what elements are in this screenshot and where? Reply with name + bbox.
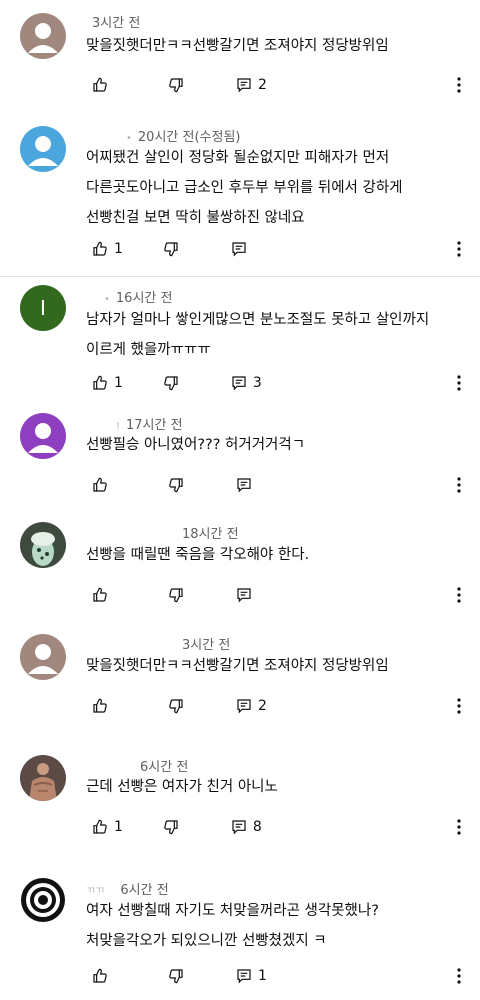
reply-comment-icon [231, 241, 247, 257]
comment-actions: 1 [86, 964, 281, 988]
comment-text: 맞을짓햇더만ㅋㅋ선빵갈기면 조져야지 정당방위임 [86, 38, 389, 54]
comment-text: 근데 선빵은 여자가 친거 아니노 [86, 779, 278, 795]
like-button[interactable]: 1 [86, 375, 123, 391]
reply-button[interactable] [225, 241, 253, 257]
comment-time[interactable]: 16시간 전 [116, 291, 173, 306]
comment-actions: 1 [86, 237, 267, 261]
like-button[interactable] [86, 587, 114, 603]
reply-button[interactable] [230, 587, 258, 603]
comment-actions [86, 473, 272, 497]
comment-text: 남자가 얼마나 쌓인게많으면 분노조절도 못하고 살인까지 이르게 했을까ㅠㅠㅠ [86, 312, 430, 358]
thumbs-down-icon [168, 698, 184, 714]
comment-text: 선빵필승 아니였어??? 허거거거걱ㄱ [86, 437, 306, 453]
reply-comment-icon [231, 819, 247, 835]
dislike-button[interactable] [162, 77, 184, 93]
reply-button[interactable]: 2 [230, 698, 267, 714]
reply-button[interactable]: 8 [225, 819, 262, 835]
avatar[interactable] [20, 755, 66, 801]
comment-text: 여자 선빵칠때 자기도 처맞을꺼라곤 생각못했나? 처맞을각오가 되있으니깐 선… [86, 903, 379, 949]
dislike-button[interactable] [157, 375, 179, 391]
more-vert-icon[interactable] [452, 473, 466, 497]
comment-meta: • 16시간 전 [86, 287, 172, 306]
comment-actions: 1 8 [86, 815, 276, 839]
more-vert-icon[interactable] [452, 73, 466, 97]
thumbs-down-icon [163, 241, 179, 257]
reply-comment-icon [236, 968, 252, 984]
like-button[interactable] [86, 77, 114, 93]
thumbs-down-icon [168, 477, 184, 493]
thumbs-up-icon [92, 375, 108, 391]
thumbs-up-icon [92, 587, 108, 603]
avatar[interactable]: I [20, 285, 66, 331]
thumbs-down-icon [168, 968, 184, 984]
reply-comment-icon [231, 375, 247, 391]
thumbs-up-icon [92, 698, 108, 714]
more-vert-icon[interactable] [452, 964, 466, 988]
dislike-button[interactable] [162, 587, 184, 603]
reply-comment-icon [236, 587, 252, 603]
thumbs-down-icon [163, 819, 179, 835]
avatar[interactable] [20, 877, 66, 923]
avatar[interactable] [20, 13, 66, 59]
reply-count: 1 [258, 968, 267, 984]
reply-comment-icon [236, 77, 252, 93]
thumbs-down-icon [168, 77, 184, 93]
comment-text: 맞을짓햇더만ㅋㅋ선빵갈기면 조져야지 정당방위임 [86, 658, 389, 674]
comment-meta: 3시간 전 [86, 12, 140, 31]
reply-button[interactable]: 3 [225, 375, 262, 391]
reply-button[interactable] [230, 477, 258, 493]
comment-actions: 2 [86, 694, 281, 718]
like-button[interactable] [86, 477, 114, 493]
thumbs-up-icon [92, 477, 108, 493]
like-count: 1 [114, 819, 123, 835]
reply-button[interactable]: 2 [230, 77, 267, 93]
thumbs-up-icon [92, 77, 108, 93]
comment-actions [86, 583, 272, 607]
comment-text: 선빵을 때릴땐 죽음을 각오해야 한다. [86, 547, 310, 563]
thumbs-down-icon [168, 587, 184, 603]
thumbs-up-icon [92, 241, 108, 257]
more-vert-icon[interactable] [452, 694, 466, 718]
dislike-button[interactable] [162, 968, 184, 984]
avatar[interactable] [20, 126, 66, 172]
avatar[interactable] [20, 634, 66, 680]
dislike-button[interactable] [162, 698, 184, 714]
comment-time[interactable]: 3시간 전 [92, 16, 140, 31]
reply-count: 2 [258, 698, 267, 714]
reply-count: 2 [258, 77, 267, 93]
more-vert-icon[interactable] [452, 815, 466, 839]
avatar-letter: I [40, 296, 46, 320]
reply-button[interactable]: 1 [230, 968, 267, 984]
comment-actions: 2 [86, 73, 281, 97]
comment-actions: 1 3 [86, 371, 276, 395]
like-count: 1 [114, 241, 123, 257]
avatar[interactable] [20, 522, 66, 568]
like-button[interactable]: 1 [86, 819, 123, 835]
reply-comment-icon [236, 698, 252, 714]
thumbs-up-icon [92, 819, 108, 835]
comment-text: 어찌됐건 살인이 정당화 될순없지만 피해자가 먼저 다른곳도아니고 급소인 후… [86, 150, 403, 226]
more-vert-icon[interactable] [452, 583, 466, 607]
divider [0, 276, 480, 277]
reply-count: 3 [252, 375, 262, 391]
like-count: 1 [114, 375, 123, 391]
like-button[interactable]: 1 [86, 241, 123, 257]
more-vert-icon[interactable] [452, 237, 466, 261]
thumbs-down-icon [163, 375, 179, 391]
thumbs-up-icon [92, 968, 108, 984]
reply-comment-icon [236, 477, 252, 493]
dislike-button[interactable] [157, 241, 179, 257]
reply-count: 8 [252, 819, 262, 835]
dislike-button[interactable] [157, 819, 179, 835]
like-button[interactable] [86, 698, 114, 714]
dislike-button[interactable] [162, 477, 184, 493]
comment-author[interactable]: • [104, 294, 110, 305]
more-vert-icon[interactable] [452, 371, 466, 395]
avatar[interactable] [20, 413, 66, 459]
like-button[interactable] [86, 968, 114, 984]
